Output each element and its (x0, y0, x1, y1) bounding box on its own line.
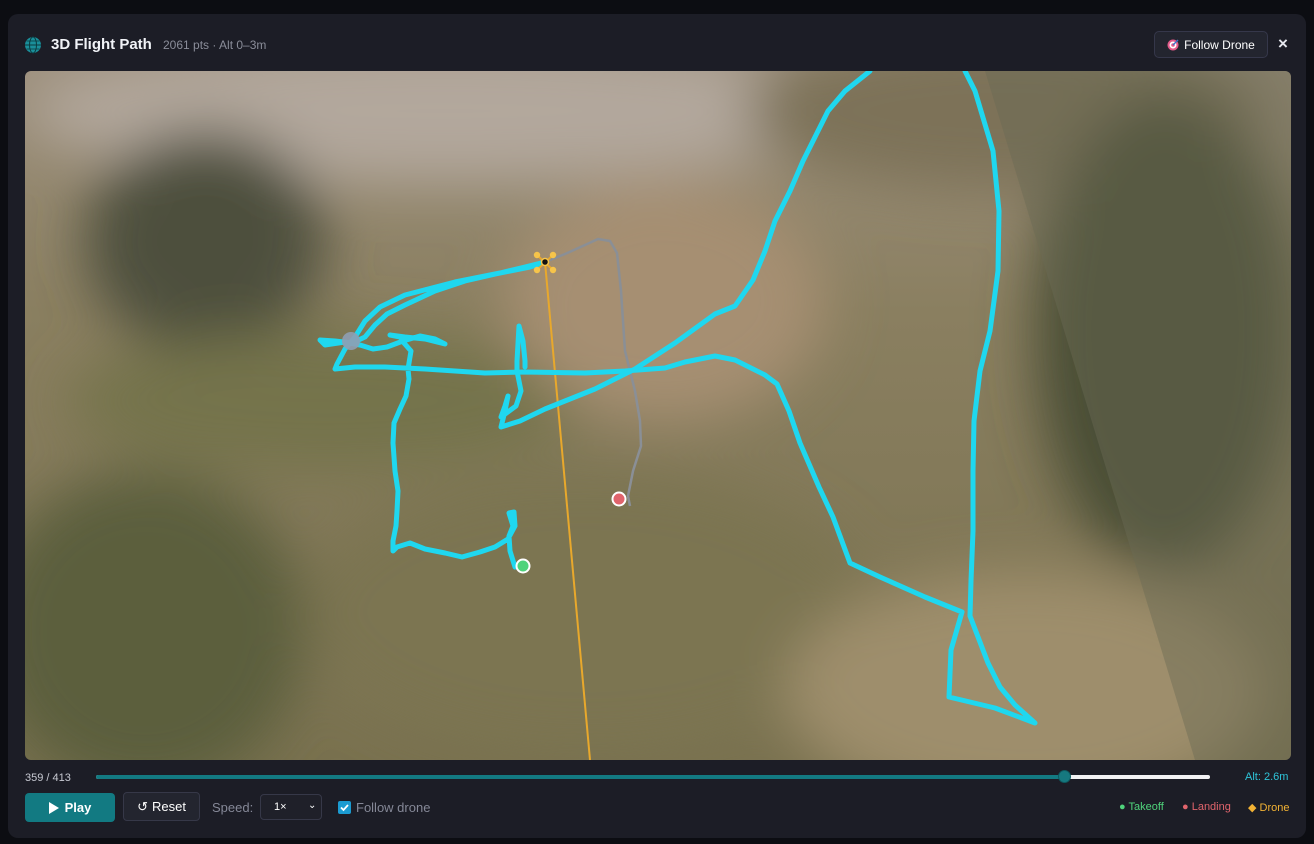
reset-label: Reset (151, 799, 186, 814)
dialog-title: 3D Flight Path (51, 36, 152, 53)
speed-value: 1× (274, 801, 287, 813)
flight-path-dialog: 3D Flight Path 2061 pts · Alt 0–3m Follo… (8, 14, 1306, 838)
target-icon (1167, 39, 1179, 50)
follow-drone-button[interactable]: Follow Drone (1154, 31, 1268, 58)
flight-map-viewport[interactable] (25, 71, 1291, 760)
speed-label: Speed: (212, 800, 254, 815)
reset-icon: ↺ (137, 798, 148, 814)
reset-button[interactable]: ↺ Reset (123, 792, 200, 821)
altitude-readout: Alt: 2.6m (1245, 771, 1289, 783)
legend-landing: ● Landing (1182, 801, 1231, 813)
legend-takeoff-label: Takeoff (1128, 801, 1164, 813)
slider-thumb[interactable] (1058, 770, 1072, 783)
dialog-header: 3D Flight Path 2061 pts · Alt 0–3m Follo… (8, 14, 1306, 71)
speed-select[interactable]: 1× ⌄ (260, 794, 322, 820)
chevron-down-icon: ⌄ (308, 800, 317, 811)
legend-drone-label: Drone (1259, 802, 1290, 814)
legend-landing-label: Landing (1191, 801, 1231, 813)
takeoff-marker (515, 558, 531, 574)
legend-drone: ◆ Drone (1248, 802, 1290, 814)
slider-progress (96, 775, 1065, 779)
follow-drone-checkbox[interactable] (338, 801, 351, 814)
globe-icon (25, 36, 41, 54)
play-button[interactable]: Play (25, 793, 115, 822)
legend-takeoff: ● Takeoff (1119, 801, 1164, 813)
checkmark-icon (340, 804, 349, 812)
play-icon (48, 801, 59, 814)
path-stats: 2061 pts · Alt 0–3m (163, 38, 267, 52)
follow-drone-label: Follow Drone (1184, 37, 1255, 52)
close-button[interactable]: × (1278, 34, 1288, 54)
play-label: Play (64, 800, 92, 815)
follow-drone-checkbox-label: Follow drone (356, 800, 431, 815)
frame-counter: 359 / 413 (25, 772, 71, 784)
landing-marker (611, 491, 627, 507)
playback-slider[interactable] (96, 770, 1210, 783)
